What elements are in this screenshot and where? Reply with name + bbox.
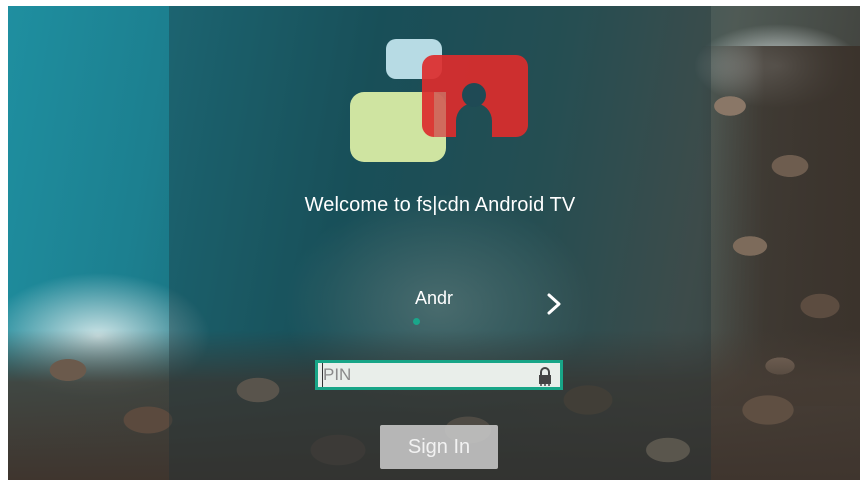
welcome-message: Welcome to fs|cdn Android TV (304, 194, 576, 216)
focus-indicator (413, 318, 420, 325)
user-name: Andr (415, 288, 454, 308)
user-selector[interactable]: Andr (388, 288, 578, 328)
sign-in-button[interactable]: Sign In (380, 425, 498, 469)
background-screen: Welcome to fs|cdn Android TV Andr Sign I… (8, 6, 860, 480)
pin-field[interactable] (315, 360, 563, 390)
fscdn-logo (350, 39, 528, 162)
chevron-right-icon[interactable] (539, 289, 569, 319)
logo-overlap (434, 92, 446, 137)
lock-icon (539, 367, 551, 386)
pin-input[interactable] (322, 363, 523, 387)
logo-red-hole (462, 83, 486, 107)
